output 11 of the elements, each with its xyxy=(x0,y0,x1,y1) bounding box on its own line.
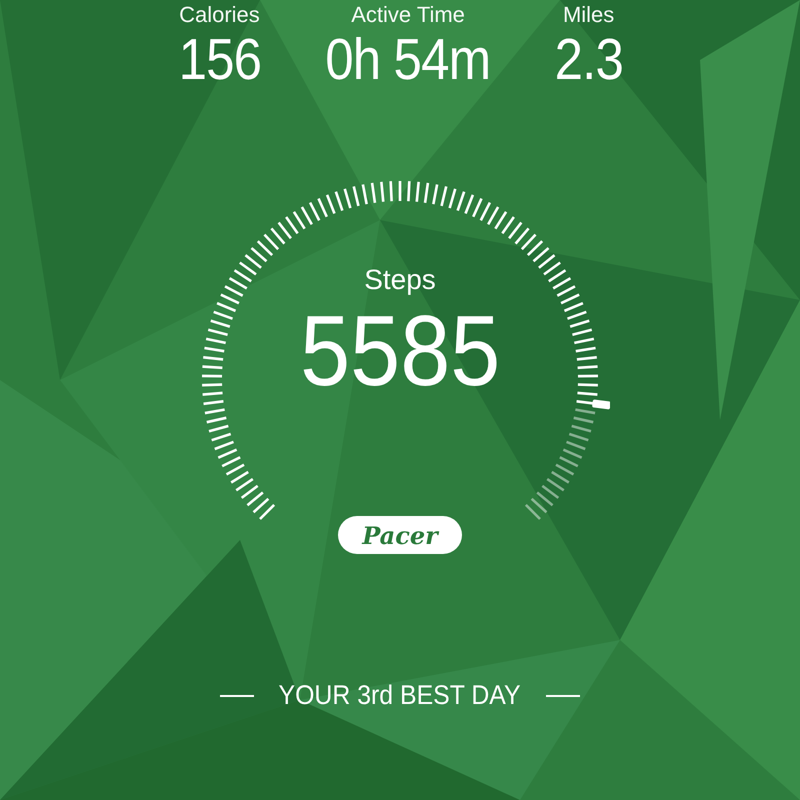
stat-label: Miles xyxy=(562,2,614,28)
progress-marker xyxy=(592,399,610,410)
steps-label: Steps xyxy=(364,264,436,296)
pacer-logo: Pacer xyxy=(338,516,462,554)
best-day-text: YOUR 3rd BEST DAY xyxy=(278,680,522,711)
stat-value: 156 xyxy=(178,28,261,92)
stat-value: 0h 54m xyxy=(326,28,491,92)
stat-label: Calories xyxy=(179,2,260,28)
steps-count: 5585 xyxy=(300,296,500,406)
stat-value: 2.3 xyxy=(554,28,623,92)
stat-label: Active Time xyxy=(351,2,465,28)
